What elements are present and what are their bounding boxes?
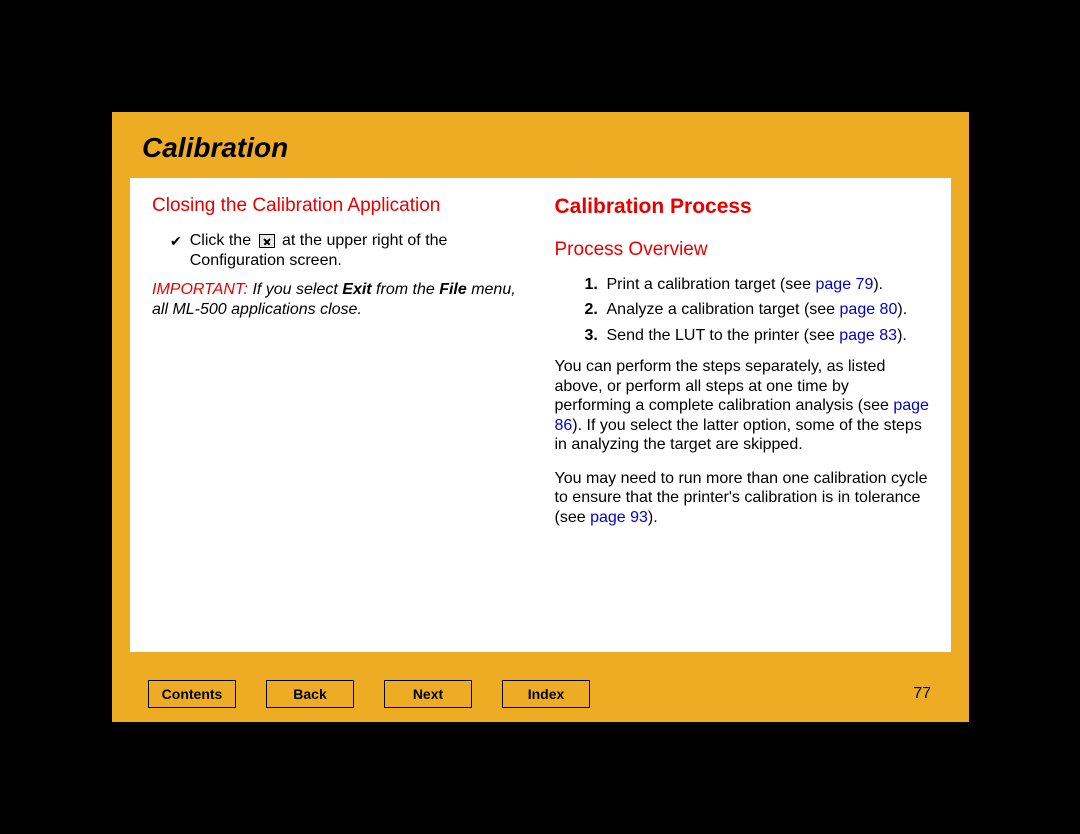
list-number: 2. (585, 300, 607, 320)
list-item: 2. Analyze a calibration target (see pag… (585, 300, 930, 320)
important-note: IMPORTANT: If you select Exit from the F… (152, 280, 527, 319)
ordered-list: 1. Print a calibration target (see page … (585, 275, 930, 346)
bullet-text: Click the at the upper right of the Conf… (190, 231, 527, 270)
checkmark-icon: ✔ (170, 233, 182, 250)
list-number: 1. (585, 275, 607, 295)
list-item: 1. Print a calibration target (see page … (585, 275, 930, 295)
content-area: Closing the Calibration Application ✔ Cl… (130, 178, 951, 652)
list-text: Analyze a calibration target (see page 8… (607, 300, 908, 320)
page-link[interactable]: page 79 (816, 276, 874, 293)
close-icon (259, 234, 275, 248)
document-page: Calibration Closing the Calibration Appl… (112, 112, 969, 722)
page-link[interactable]: page 83 (839, 327, 897, 344)
page-number: 77 (913, 685, 931, 703)
right-column: Calibration Process Process Overview 1. … (555, 194, 930, 636)
list-text: Send the LUT to the printer (see page 83… (607, 326, 907, 346)
index-button[interactable]: Index (502, 680, 590, 708)
left-heading: Closing the Calibration Application (152, 194, 527, 217)
right-subheading: Process Overview (555, 238, 930, 261)
contents-button[interactable]: Contents (148, 680, 236, 708)
page-title: Calibration (142, 132, 939, 164)
footer-nav: Contents Back Next Index 77 (130, 666, 951, 722)
right-heading: Calibration Process (555, 194, 930, 220)
back-button[interactable]: Back (266, 680, 354, 708)
list-text: Print a calibration target (see page 79)… (607, 275, 884, 295)
bullet-item: ✔ Click the at the upper right of the Co… (170, 231, 527, 270)
list-item: 3. Send the LUT to the printer (see page… (585, 326, 930, 346)
left-column: Closing the Calibration Application ✔ Cl… (152, 194, 527, 636)
page-link[interactable]: page 93 (590, 509, 648, 526)
page-link[interactable]: page 80 (840, 301, 898, 318)
important-label: IMPORTANT: (152, 281, 248, 298)
next-button[interactable]: Next (384, 680, 472, 708)
list-number: 3. (585, 326, 607, 346)
page-header: Calibration (112, 112, 969, 178)
paragraph: You can perform the steps separately, as… (555, 357, 930, 455)
paragraph: You may need to run more than one calibr… (555, 469, 930, 528)
